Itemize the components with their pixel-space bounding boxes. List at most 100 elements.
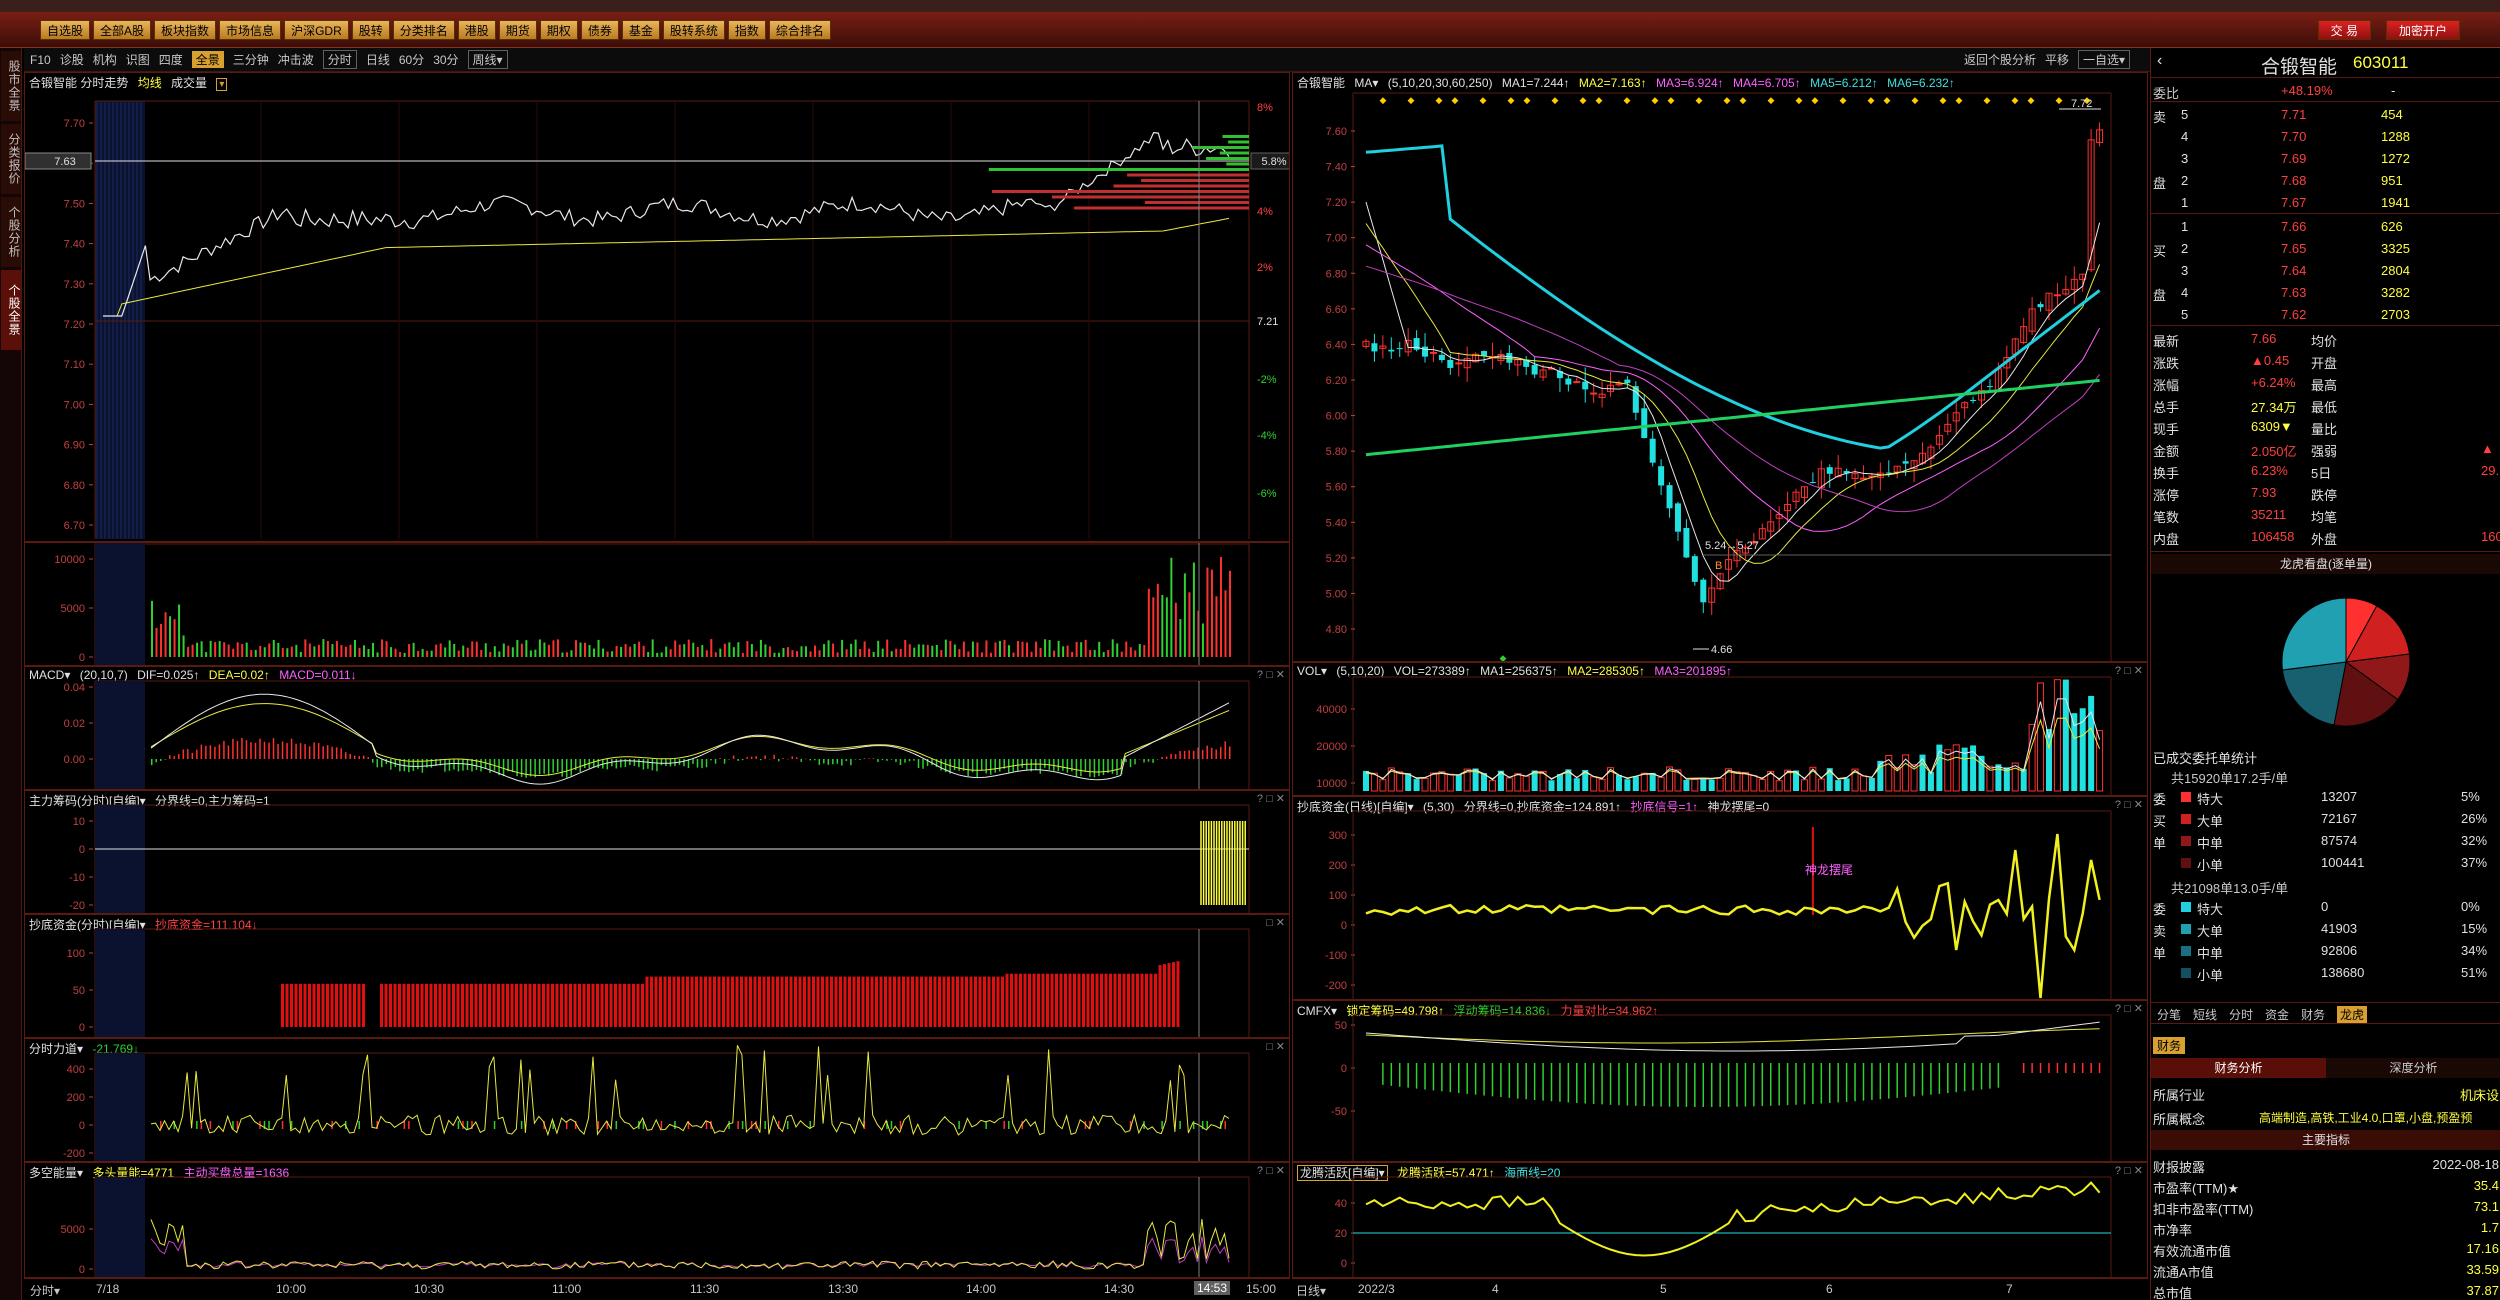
ivol-premarket: [95, 543, 145, 665]
cmfx-panel[interactable]: CMFX▾ 锁定筹码=49.798↑ 浮动筹码=14.836↓ 力量对比=34.…: [1292, 1000, 2148, 1162]
finance-analysis-tab[interactable]: 财务分析: [2151, 1058, 2326, 1078]
longshort-panel[interactable]: 多空能量▾ 多头量能=4771 主动买盘总量=1636 ? □ ✕ 5000 0: [24, 1162, 1290, 1278]
sub-four-degree[interactable]: 四度: [159, 51, 183, 68]
ivol-bar-170: [917, 644, 920, 657]
ivol-bar-90: [556, 639, 559, 657]
intraday-volume-panel[interactable]: 10000 5000 0: [24, 542, 1290, 666]
time-label-1500: 15:00: [1246, 1282, 1277, 1296]
ivol-bar-89: [552, 640, 555, 657]
tb-btn-14[interactable]: 综合排名: [768, 19, 831, 40]
sell-row-4[interactable]: 1 7.67 1941: [2151, 192, 2500, 214]
buy-cell-1-0: 买: [2153, 244, 2167, 259]
tb-btn-13[interactable]: 指数: [727, 19, 766, 40]
stat-cell-7-0: 涨停: [2153, 488, 2180, 503]
sub-diagnose[interactable]: 诊股: [60, 51, 84, 68]
ivol-bar-44: [349, 644, 352, 657]
tb-btn-1[interactable]: 全部A股: [93, 19, 152, 40]
price-label-5: 7.20: [64, 319, 85, 331]
sub-overview[interactable]: 全景: [191, 51, 224, 68]
tb-btn-5[interactable]: 股转: [351, 19, 390, 40]
watchlist-dropdown[interactable]: 一自选▾: [2077, 50, 2130, 69]
pan-button[interactable]: 平移: [2045, 51, 2069, 68]
sell-row-0[interactable]: 卖 5 7.71 454: [2151, 104, 2500, 126]
deep-analysis-tab[interactable]: 深度分析: [2326, 1058, 2500, 1078]
ivol-bar-178: [953, 644, 956, 657]
macd-bar-166: [899, 759, 902, 766]
ivol-bar-95: [579, 642, 582, 657]
macd-bar-155: [850, 759, 852, 766]
ivol-bar-105: [624, 644, 627, 657]
quote-tab-4[interactable]: 财务: [2301, 1006, 2325, 1023]
tb-btn-10[interactable]: 债券: [580, 19, 619, 40]
chip-premarket: [95, 805, 145, 913]
sub-60min[interactable]: 60分: [399, 51, 424, 68]
trade-button[interactable]: 交 易: [2317, 19, 2371, 40]
quote-back-icon[interactable]: ‹: [2157, 52, 2162, 70]
intraday-price-panel[interactable]: 合锻智能 分时走势 均线 成交量 ▾ 7.707.607.507.407.307…: [24, 72, 1290, 542]
sub-pattern[interactable]: 识图: [126, 51, 150, 68]
finance-tab[interactable]: 财务: [2153, 1037, 2186, 1054]
cmfx-label-2: -50: [1331, 1106, 1347, 1118]
tb-btn-6[interactable]: 分类排名: [392, 19, 455, 40]
tb-btn-7[interactable]: 港股: [457, 19, 496, 40]
macd-intraday-panel[interactable]: MACD▾ (20,10,7) DIF=0.025↑ DEA=0.02↑ MAC…: [24, 666, 1290, 790]
tb-btn-3[interactable]: 市场信息: [219, 19, 282, 40]
sub-shockwave[interactable]: 冲击波: [278, 51, 314, 68]
back-to-analysis[interactable]: 返回个股分析: [1964, 51, 2036, 68]
time-axis-menu[interactable]: 分时▾: [30, 1282, 60, 1299]
daily-kline-panel[interactable]: 合锻智能 MA▾ (5,10,20,30,60,250) MA1=7.244↑ …: [1292, 72, 2148, 662]
quote-tab-3[interactable]: 资金: [2265, 1006, 2289, 1023]
bottom-fund-intraday-panel[interactable]: 抄底资金(分时)[自编]▾ 抄底资金=111.104↓ □ ✕ 100 50 0: [24, 914, 1290, 1038]
bottom-fund-daily-panel[interactable]: 抄底资金(日线)[自编]▾ (5,30) 分界线=0,抄底资金=124.891↑…: [1292, 796, 2148, 1000]
sidebar-tab-stock-analysis[interactable]: 个股分析: [1, 197, 21, 267]
sub-intraday[interactable]: 分时: [322, 50, 357, 69]
quote-tab-0[interactable]: 分笔: [2157, 1006, 2181, 1023]
order-buy-row-0: 委 特大 13207 5%: [2151, 786, 2500, 808]
sell-row-3[interactable]: 盘 2 7.68 951: [2151, 170, 2500, 192]
sub-three-min[interactable]: 三分钟: [233, 51, 269, 68]
sub-30min[interactable]: 30分: [433, 51, 458, 68]
order-buy-cell-0-1: 特大: [2197, 792, 2224, 807]
bfi-bar-33: [429, 983, 433, 1027]
buy-row-0[interactable]: 1 7.66 626: [2151, 216, 2500, 238]
tb-btn-8[interactable]: 期货: [498, 19, 537, 40]
buy-row-3[interactable]: 盘 4 7.63 3282: [2151, 282, 2500, 304]
sell-row-1[interactable]: 4 7.70 1288: [2151, 126, 2500, 148]
sub-institution[interactable]: 机构: [93, 51, 117, 68]
force-panel[interactable]: 分时力道▾ -21.769↓ □ ✕ 400 200 0 -200: [24, 1038, 1290, 1162]
main-chip-panel[interactable]: 主力筹码(分时)[自编]▾ 分界线=0,主力筹码=1 ? □ ✕ 10 0 -10-…: [24, 790, 1290, 914]
dragon-panel[interactable]: 龙腾活跃[自编]▾ 龙腾活跃=57.471↑ 海面线=20 ? □ ✕ 40 20…: [1292, 1162, 2148, 1278]
price-label-6: 7.10: [64, 359, 85, 371]
tb-btn-2[interactable]: 板块指数: [154, 19, 217, 40]
dvol-bar-42: [1716, 777, 1724, 792]
macd-bar-143: [795, 757, 798, 759]
open-account-button[interactable]: 加密开户: [2385, 19, 2460, 40]
buy-row-2[interactable]: 3 7.64 2804: [2151, 260, 2500, 282]
macd-bar-146: [809, 759, 812, 761]
bfi-bar-103: [744, 976, 748, 1027]
tb-btn-9[interactable]: 期权: [539, 19, 578, 40]
sidebar-tab-category[interactable]: 分类报价: [1, 124, 21, 194]
tb-btn-12[interactable]: 股转系统: [662, 19, 725, 40]
sub-daily[interactable]: 日线: [366, 51, 390, 68]
ivol-bar-41: [335, 641, 338, 657]
tb-btn-4[interactable]: 沪深GDR: [284, 19, 349, 40]
quote-tab-2[interactable]: 分时: [2229, 1006, 2253, 1023]
date-axis-menu[interactable]: 日线▾: [1296, 1282, 1326, 1299]
sidebar-tab-stock-overview[interactable]: 个股全景: [1, 270, 21, 350]
quote-tab-5[interactable]: 龙虎: [2337, 1006, 2368, 1023]
tb-btn-11[interactable]: 基金: [621, 19, 660, 40]
sell-row-2[interactable]: 3 7.69 1272: [2151, 148, 2500, 170]
sidebar-tab-market[interactable]: 股市全景: [1, 51, 21, 121]
quote-tab-1[interactable]: 短线: [2193, 1006, 2217, 1023]
bfi-bar-32: [425, 983, 428, 1027]
bfi-bar-57: [537, 983, 541, 1027]
tb-btn-0[interactable]: 自选股: [40, 19, 91, 40]
daily-vol-panel[interactable]: VOL▾ (5,10,20) VOL=273389↑ MA1=256375↑ M…: [1292, 662, 2148, 796]
sub-f10[interactable]: F10: [30, 53, 51, 67]
bfi-bar-161: [1005, 973, 1009, 1027]
sub-weekly[interactable]: 周线▾: [467, 50, 508, 69]
buy-row-1[interactable]: 买 2 7.65 3325: [2151, 238, 2500, 260]
buy-row-4[interactable]: 5 7.62 2703: [2151, 304, 2500, 326]
macd-bar-66: [448, 759, 451, 771]
